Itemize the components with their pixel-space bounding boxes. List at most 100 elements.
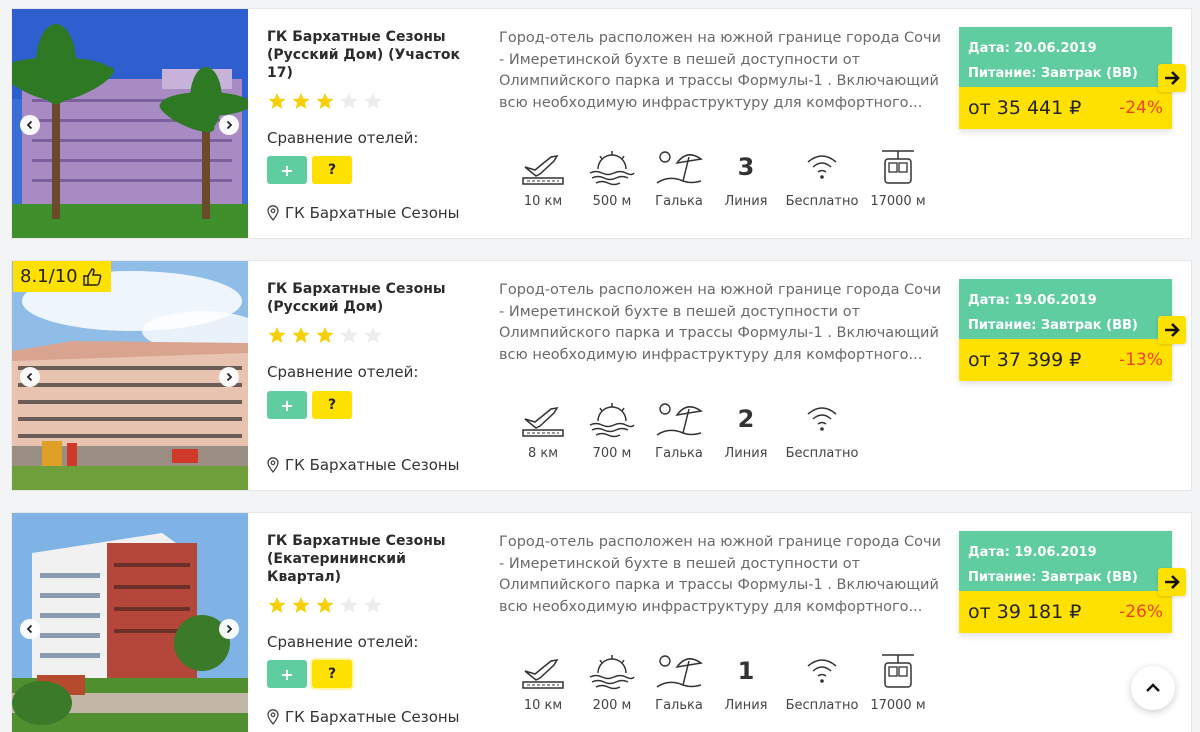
- rating-badge: 8.1/10: [13, 261, 111, 292]
- discount: -13%: [1119, 350, 1163, 370]
- location-label: ГК Бархатные Сезоны: [285, 204, 460, 222]
- wifi-icon: [807, 659, 837, 683]
- arrow-right-icon: [1165, 71, 1180, 85]
- rating-score: 8.1/10: [20, 266, 78, 287]
- star-empty-icon: [364, 597, 382, 613]
- amenity-line: 3 Линия: [724, 153, 768, 209]
- star-filled-icon: [268, 327, 286, 343]
- hotel-photo[interactable]: [12, 9, 248, 238]
- beach-umbrella-icon: [656, 655, 703, 688]
- open-hotel-button[interactable]: [1158, 568, 1186, 596]
- hotel-card: ГК Бархатные Сезоны (Екатерининский Квар…: [11, 512, 1192, 732]
- arrow-right-icon: [1165, 575, 1180, 589]
- hotel-location[interactable]: ГК Бархатные Сезоны: [267, 204, 460, 222]
- cable-car-icon: [882, 150, 914, 184]
- hotel-title[interactable]: ГК Бархатные Сезоны (Екатерининский Квар…: [267, 532, 477, 586]
- wifi-icon: [807, 407, 837, 431]
- chevron-left-icon: [26, 120, 33, 130]
- star-empty-icon: [364, 93, 382, 109]
- sunset-sea-icon: [589, 151, 635, 186]
- amenity-cable-car: 17000 м: [858, 650, 938, 713]
- amenity-wifi: Бесплатно: [782, 650, 862, 713]
- amenity-cable-car: 17000 м: [858, 146, 938, 209]
- hotel-card: ГК Бархатные Сезоны (Русский Дом) (Участ…: [11, 8, 1192, 239]
- chevron-left-icon: [26, 624, 33, 634]
- hotel-title[interactable]: ГК Бархатные Сезоны (Русский Дом): [267, 280, 477, 316]
- hotel-location[interactable]: ГК Бархатные Сезоны: [267, 456, 460, 474]
- price: от 37 399 ₽: [968, 349, 1082, 371]
- location-label: ГК Бархатные Сезоны: [285, 708, 460, 726]
- meal-plan: Питание: Завтрак (BB): [968, 318, 1138, 333]
- map-pin-icon: [267, 457, 279, 473]
- map-pin-icon: [267, 709, 279, 725]
- airplane-icon: [522, 406, 564, 437]
- cable-car-icon: [882, 654, 914, 688]
- photo-prev-button[interactable]: [20, 619, 40, 639]
- compare-help-button[interactable]: ?: [312, 660, 352, 688]
- star-rating: [267, 326, 383, 344]
- star-filled-icon: [292, 327, 310, 343]
- compare-help-button[interactable]: ?: [312, 391, 352, 419]
- hotel-title[interactable]: ГК Бархатные Сезоны (Русский Дом) (Участ…: [267, 28, 477, 82]
- open-hotel-button[interactable]: [1158, 64, 1186, 92]
- photo-prev-button[interactable]: [20, 367, 40, 387]
- compare-add-button[interactable]: +: [267, 156, 307, 184]
- hotel-description: Город-отель расположен на южной границе …: [499, 534, 942, 615]
- price: от 39 181 ₽: [968, 601, 1082, 623]
- photo-next-button[interactable]: [219, 115, 239, 135]
- amenity-airport: 8 км: [503, 398, 583, 461]
- photo-next-button[interactable]: [219, 367, 239, 387]
- wifi-icon: [807, 155, 837, 179]
- compare-label: Сравнение отелей:: [267, 633, 419, 651]
- star-empty-icon: [340, 597, 358, 613]
- hotel-location[interactable]: ГК Бархатные Сезоны: [267, 708, 460, 726]
- airplane-icon: [522, 658, 564, 689]
- photo-next-button[interactable]: [219, 619, 239, 639]
- chevron-right-icon: [226, 372, 233, 382]
- star-empty-icon: [340, 93, 358, 109]
- scroll-to-top-button[interactable]: [1131, 666, 1175, 710]
- stay-date: Дата: 19.06.2019: [968, 545, 1097, 560]
- star-filled-icon: [292, 597, 310, 613]
- compare-add-button[interactable]: +: [267, 391, 307, 419]
- compare-label: Сравнение отелей:: [267, 363, 419, 381]
- map-pin-icon: [267, 205, 279, 221]
- meal-plan: Питание: Завтрак (BB): [968, 66, 1138, 81]
- sunset-sea-icon: [589, 403, 635, 438]
- chevron-up-icon: [1146, 683, 1160, 692]
- amenity-line: 1 Линия: [724, 657, 768, 713]
- price-box[interactable]: Дата: 19.06.2019 Питание: Завтрак (BB) о…: [959, 531, 1172, 633]
- star-empty-icon: [364, 327, 382, 343]
- arrow-right-icon: [1165, 323, 1180, 337]
- star-filled-icon: [316, 93, 334, 109]
- hotel-list: ГК Бархатные Сезоны (Русский Дом) (Участ…: [0, 0, 1200, 732]
- amenity-airport: 10 км: [503, 146, 583, 209]
- location-label: ГК Бархатные Сезоны: [285, 456, 460, 474]
- chevron-right-icon: [226, 624, 233, 634]
- price: от 35 441 ₽: [968, 97, 1082, 119]
- beach-umbrella-icon: [656, 151, 703, 184]
- star-rating: [267, 92, 383, 110]
- hotel-photo[interactable]: [12, 513, 248, 732]
- compare-help-button[interactable]: ?: [312, 156, 352, 184]
- star-empty-icon: [340, 327, 358, 343]
- chevron-right-icon: [226, 120, 233, 130]
- star-filled-icon: [316, 597, 334, 613]
- stay-date: Дата: 19.06.2019: [968, 293, 1097, 308]
- hotel-photo[interactable]: 8.1/10: [12, 261, 248, 490]
- star-filled-icon: [268, 597, 286, 613]
- star-filled-icon: [268, 93, 286, 109]
- stay-date: Дата: 20.06.2019: [968, 41, 1097, 56]
- meal-plan: Питание: Завтрак (BB): [968, 570, 1138, 585]
- airplane-icon: [522, 154, 564, 185]
- price-box[interactable]: Дата: 20.06.2019 Питание: Завтрак (BB) о…: [959, 27, 1172, 129]
- open-hotel-button[interactable]: [1158, 316, 1186, 344]
- compare-add-button[interactable]: +: [267, 660, 307, 688]
- hotel-description: Город-отель расположен на южной границе …: [499, 30, 942, 111]
- amenity-airport: 10 км: [503, 650, 583, 713]
- photo-prev-button[interactable]: [20, 115, 40, 135]
- price-box[interactable]: Дата: 19.06.2019 Питание: Завтрак (BB) о…: [959, 279, 1172, 381]
- hotel-card: 8.1/10 ГК Бархатные Сезоны (Русский Дом)…: [11, 260, 1192, 491]
- star-filled-icon: [292, 93, 310, 109]
- compare-label: Сравнение отелей:: [267, 129, 419, 147]
